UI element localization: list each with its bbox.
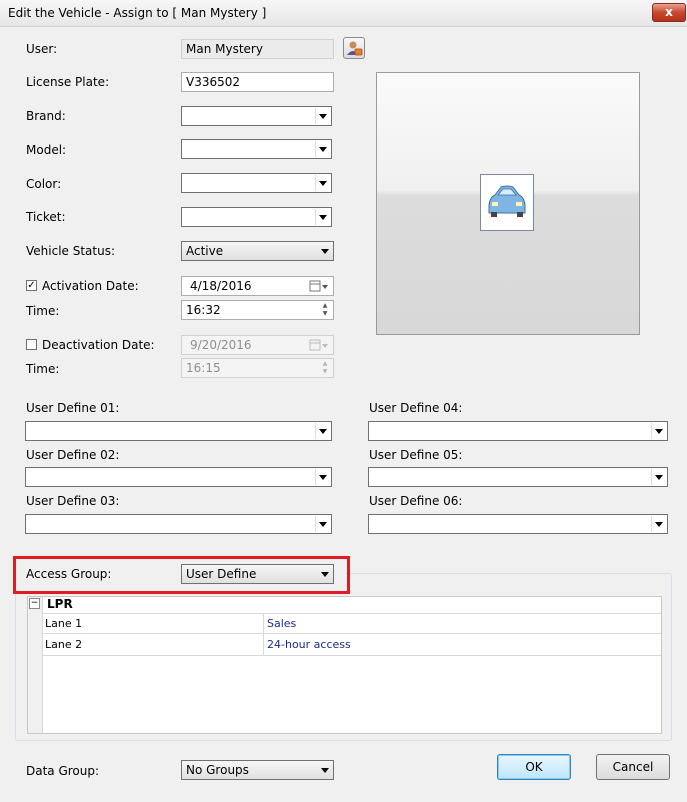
user-define-01-select[interactable] — [25, 421, 332, 441]
model-select[interactable] — [181, 139, 332, 159]
user-define-04-select[interactable] — [368, 421, 668, 441]
chevron-down-icon — [315, 141, 330, 157]
chevron-down-icon — [318, 243, 332, 259]
vehicle-status-select[interactable]: Active — [181, 241, 334, 261]
activation-date-picker[interactable]: 4/18/2016 — [181, 276, 334, 296]
time-spinner: ▲ ▼ — [322, 360, 328, 375]
vehicle-status-value: Active — [186, 244, 224, 258]
time-spinner[interactable]: ▲ ▼ — [318, 302, 332, 318]
lane-name: Lane 1 — [45, 617, 83, 630]
close-button[interactable]: x — [652, 3, 686, 22]
table-row[interactable]: Lane 2 24-hour access — [42, 635, 661, 656]
window-title: Edit the Vehicle - Assign to [ Man Myste… — [8, 6, 267, 20]
chevron-down-icon — [315, 469, 330, 485]
vehicle-photo-frame — [480, 174, 534, 231]
table-row[interactable]: Lane 1 Sales — [42, 613, 661, 635]
chevron-down-icon — [315, 175, 330, 191]
calendar-icon — [309, 339, 328, 351]
deactivation-date-label: Deactivation Date: — [42, 338, 155, 352]
user-define-05-label: User Define 05: — [369, 448, 463, 462]
user-label: User: — [26, 42, 58, 56]
user-define-03-label: User Define 03: — [26, 494, 120, 508]
user-define-04-label: User Define 04: — [369, 401, 463, 415]
activation-date-checkbox[interactable]: ✓ — [26, 280, 37, 291]
calendar-icon[interactable] — [309, 279, 331, 293]
vehicle-status-label: Vehicle Status: — [26, 244, 116, 258]
brand-select[interactable] — [181, 106, 332, 126]
lane-name: Lane 2 — [45, 638, 83, 651]
lane-group: Sales — [267, 617, 297, 630]
collapse-icon[interactable]: − — [29, 598, 40, 609]
chevron-down-icon — [651, 469, 666, 485]
brand-label: Brand: — [26, 109, 66, 123]
data-group-value: No Groups — [186, 763, 249, 777]
chevron-down-icon — [318, 762, 332, 778]
license-plate-input[interactable]: V336502 — [181, 72, 334, 92]
cell-divider — [263, 614, 264, 635]
user-define-05-select[interactable] — [368, 467, 668, 487]
user-field: Man Mystery — [181, 39, 334, 59]
activation-time-value: 16:32 — [186, 303, 221, 317]
deactivation-time-input: 16:15 ▲ ▼ — [181, 358, 334, 378]
user-define-03-select[interactable] — [25, 514, 332, 534]
deactivation-time-label: Time: — [26, 362, 60, 376]
user-define-06-label: User Define 06: — [369, 494, 463, 508]
activation-date-value: 4/18/2016 — [190, 279, 252, 293]
deactivation-date-picker: 9/20/2016 — [181, 335, 334, 355]
lane-group: 24-hour access — [267, 638, 351, 651]
tree-gutter — [28, 597, 43, 733]
chevron-down-icon — [315, 209, 330, 225]
data-group-select[interactable]: No Groups — [181, 760, 334, 780]
chevron-down-icon — [315, 516, 330, 532]
cell-divider — [263, 635, 264, 656]
activation-time-label: Time: — [26, 304, 60, 318]
user-define-01-label: User Define 01: — [26, 401, 120, 415]
color-select[interactable] — [181, 173, 332, 193]
activation-time-input[interactable]: 16:32 ▲ ▼ — [181, 300, 334, 320]
ticket-select[interactable] — [181, 207, 332, 227]
color-label: Color: — [26, 177, 62, 191]
ticket-label: Ticket: — [26, 210, 66, 224]
deactivation-date-value: 9/20/2016 — [190, 338, 252, 352]
activation-date-label: Activation Date: — [42, 279, 139, 293]
user-card-icon — [347, 41, 363, 56]
ok-button[interactable]: OK — [497, 754, 571, 780]
license-plate-label: License Plate: — [26, 75, 110, 89]
highlight-box — [13, 556, 350, 594]
user-define-02-label: User Define 02: — [26, 448, 120, 462]
chevron-down-icon — [315, 108, 330, 124]
chevron-down-icon — [315, 423, 330, 439]
deactivation-date-checkbox[interactable] — [26, 339, 37, 350]
tree-root-lpr: LPR — [47, 597, 73, 611]
user-lookup-button[interactable] — [343, 37, 365, 59]
chevron-down-icon — [651, 516, 666, 532]
user-define-06-select[interactable] — [368, 514, 668, 534]
user-define-02-select[interactable] — [25, 467, 332, 487]
chevron-down-icon — [651, 423, 666, 439]
cancel-button[interactable]: Cancel — [596, 754, 670, 780]
deactivation-time-value: 16:15 — [186, 361, 221, 375]
car-icon — [483, 177, 531, 228]
data-group-label: Data Group: — [26, 764, 100, 778]
model-label: Model: — [26, 143, 67, 157]
